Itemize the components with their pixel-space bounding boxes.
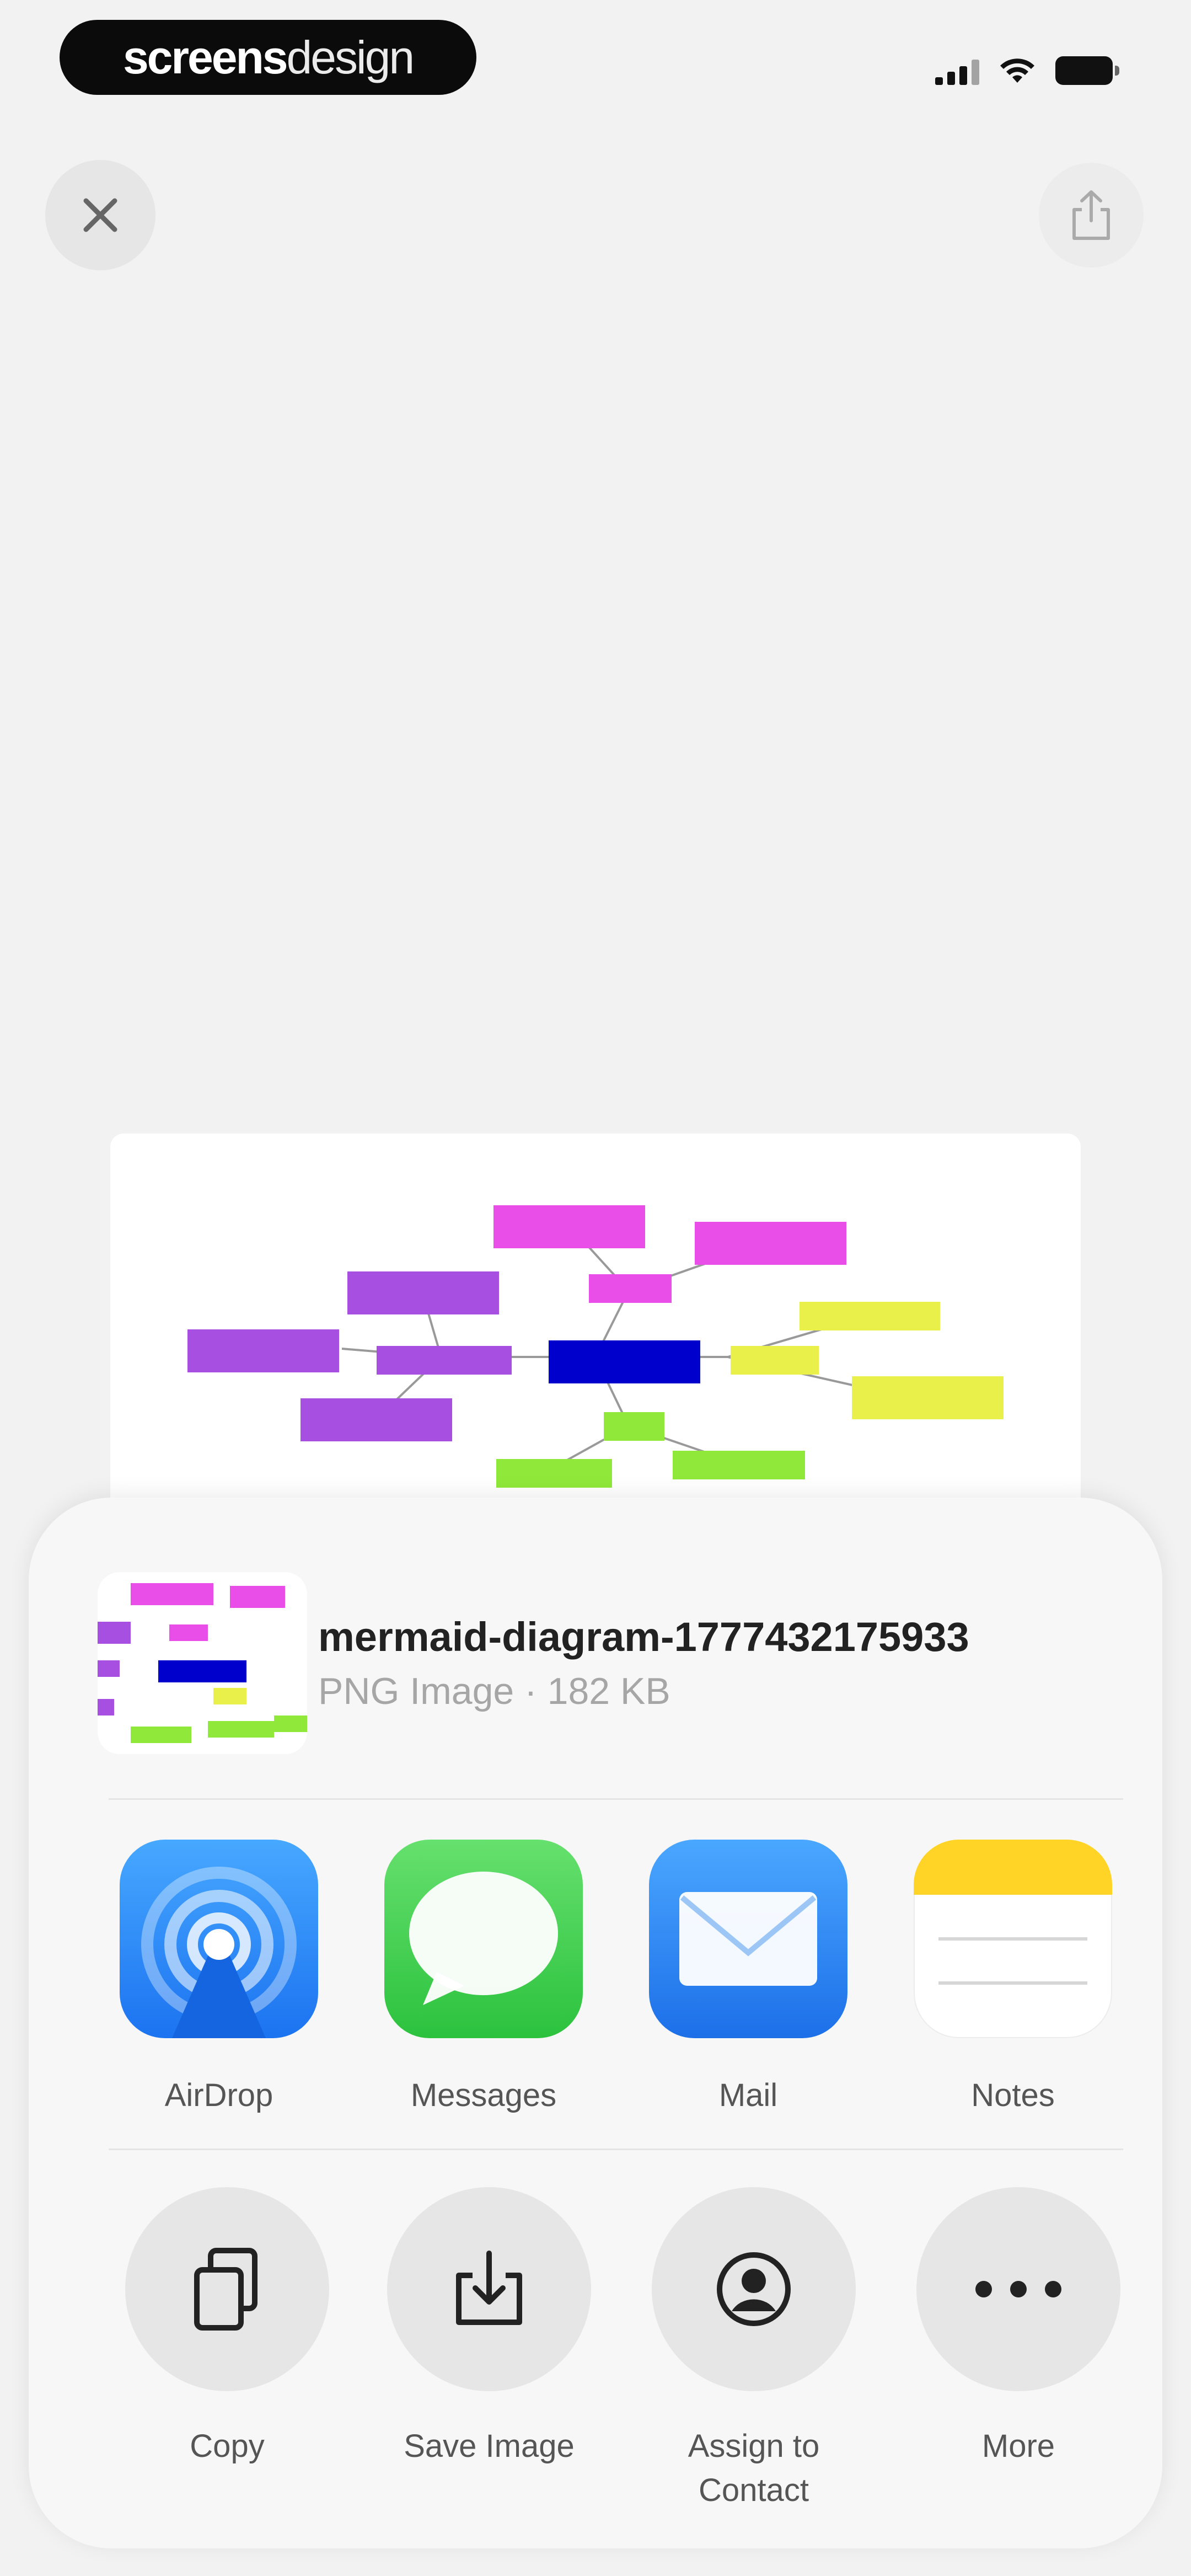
- brand-text-light: design: [286, 31, 415, 83]
- copy-button[interactable]: Copy: [111, 2187, 343, 2468]
- divider: [109, 1798, 1123, 1800]
- share-upload-icon: [1072, 190, 1110, 240]
- action-circle: [387, 2187, 591, 2391]
- brand-text-bold: screens: [122, 31, 288, 83]
- action-label: Copy: [190, 2428, 265, 2464]
- more-button[interactable]: More: [903, 2187, 1134, 2468]
- action-label: More: [981, 2428, 1055, 2464]
- save-image-button[interactable]: Save Image: [373, 2187, 605, 2468]
- share-app-mail[interactable]: Mail: [638, 1840, 859, 2114]
- contact-icon: [717, 2252, 791, 2326]
- file-meta: PNG Image · 182 KB: [318, 1670, 670, 1712]
- share-app-messages[interactable]: Messages: [373, 1840, 594, 2114]
- close-button[interactable]: [45, 160, 155, 270]
- airdrop-icon: [120, 1840, 318, 2038]
- action-label: Save Image: [404, 2428, 575, 2464]
- messages-icon: [384, 1840, 583, 2038]
- action-label: Assign to Contact: [688, 2428, 820, 2508]
- share-app-notes[interactable]: Notes: [903, 1840, 1123, 2114]
- battery-icon: [1055, 56, 1119, 85]
- share-apps-row: AirDrop Messages Mail Notes: [29, 1840, 1162, 2149]
- share-actions-row: Copy Save Image Assign to Contact More: [29, 2187, 1162, 2508]
- assign-to-contact-button[interactable]: Assign to Contact: [638, 2187, 870, 2513]
- action-circle: [125, 2187, 329, 2391]
- action-circle: [916, 2187, 1120, 2391]
- screen: screens design mermaid-diagram-177743217…: [0, 0, 1191, 2576]
- status-icons: [935, 50, 1119, 85]
- mindmap-preview-image: [187, 1205, 1004, 1488]
- save-image-icon: [456, 2251, 522, 2325]
- wifi-icon: [1000, 58, 1034, 83]
- app-label: Notes: [971, 2077, 1055, 2113]
- file-thumbnail: [98, 1572, 307, 1754]
- action-circle: [652, 2187, 856, 2391]
- app-label: AirDrop: [164, 2077, 273, 2113]
- file-name: mermaid-diagram-1777432175933: [318, 1614, 969, 1660]
- share-app-airdrop[interactable]: AirDrop: [109, 1840, 329, 2114]
- close-x-icon: [83, 198, 117, 232]
- share-button[interactable]: [1039, 163, 1144, 268]
- notes-icon: [914, 1840, 1112, 2038]
- brand-logo: screens design: [60, 20, 476, 95]
- mail-icon: [649, 1840, 847, 2038]
- diagram-preview: [110, 1134, 1081, 1553]
- more-ellipsis-icon: [975, 2281, 1061, 2297]
- divider: [109, 2149, 1123, 2150]
- cellular-signal-icon: [935, 58, 979, 85]
- app-label: Messages: [410, 2077, 557, 2113]
- share-sheet: mermaid-diagram-1777432175933 PNG Image …: [29, 1498, 1162, 2548]
- app-label: Mail: [718, 2077, 778, 2113]
- copy-icon: [194, 2248, 257, 2331]
